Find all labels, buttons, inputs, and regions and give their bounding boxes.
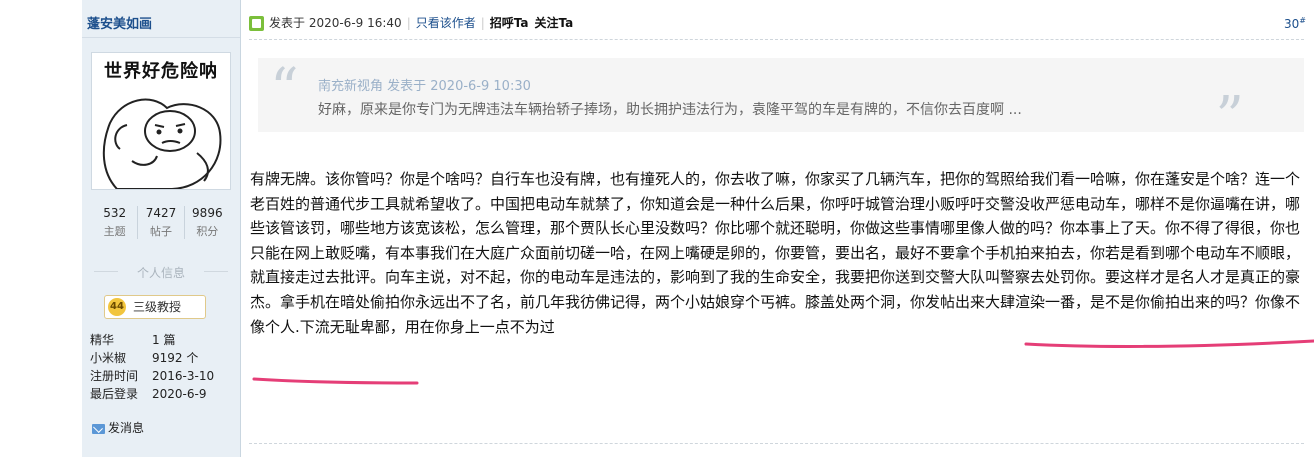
only-author-link[interactable]: 只看该作者	[416, 14, 476, 32]
author-stats: 532 主题 7427 帖子 9896 积分	[92, 206, 230, 239]
profile-info: 精华 1 篇 小米椒 9192 个 注册时间 2016-3-10 最后登录 20…	[90, 331, 214, 403]
profile-row: 注册时间 2016-3-10	[90, 369, 215, 383]
stat-points[interactable]: 9896 积分	[183, 206, 230, 239]
left-margin	[0, 0, 82, 457]
rank-label: 三级教授	[133, 300, 182, 314]
author-name[interactable]: 蓬安美如画	[87, 13, 152, 32]
greet-link[interactable]: 招呼Ta	[490, 14, 529, 32]
divider	[249, 39, 1304, 40]
separator: |	[480, 16, 485, 30]
divider	[82, 37, 240, 38]
separator: |	[406, 16, 411, 30]
open-quote-icon: “	[270, 57, 299, 122]
section-title: 个人信息	[92, 264, 230, 281]
rank-badge: 44 三级教授	[104, 295, 206, 319]
envelope-icon	[92, 423, 105, 434]
stat-posts[interactable]: 7427 帖子	[137, 206, 183, 239]
meme-face-icon	[102, 98, 222, 189]
post-body: 有牌无牌。该你管吗？你是个啥吗？自行车也没有牌，也有撞死人的，你去收了嘛，你家买…	[250, 167, 1310, 339]
divider	[249, 443, 1304, 444]
avatar[interactable]: 世界好危险呐	[91, 52, 231, 190]
quote-text: 好麻，原来是你专门为无牌违法车辆抬轿子捧场，助长拥护违法行为，袁隆平驾的车是有牌…	[318, 102, 1022, 118]
profile-row: 精华 1 篇	[90, 333, 176, 347]
follow-link[interactable]: 关注Ta	[535, 14, 574, 32]
send-message-link[interactable]: 发消息	[92, 419, 144, 436]
profile-row: 小米椒 9192 个	[90, 351, 199, 365]
quote-block: “ ” 南充新视角 发表于 2020-6-9 10:30 好麻，原来是你专门为无…	[258, 57, 1304, 148]
floor-number[interactable]: 30#	[1284, 16, 1306, 31]
stat-topics[interactable]: 532 主题	[92, 206, 137, 239]
post-header: 发表于 2020-6-9 16:40 | 只看该作者 | 招呼Ta 关注Ta	[249, 14, 579, 32]
online-status-icon	[249, 15, 264, 31]
rank-level-icon: 44	[108, 298, 126, 316]
send-message-label: 发消息	[108, 421, 145, 435]
close-quote-icon: ”	[1215, 85, 1244, 150]
author-sidebar: 蓬安美如画 世界好危险呐 532 主题 7427 帖子 9896 积分 个人信息…	[82, 0, 241, 457]
post-body-text: 有牌无牌。该你管吗？你是个啥吗？自行车也没有牌，也有撞死人的，你去收了嘛，你家买…	[250, 170, 1301, 311]
quote-meta[interactable]: 南充新视角 发表于 2020-6-9 10:30	[318, 75, 531, 94]
profile-row: 最后登录 2020-6-9	[90, 387, 207, 401]
post-time: 发表于 2020-6-9 16:40	[269, 16, 402, 30]
post-content-area: 发表于 2020-6-9 16:40 | 只看该作者 | 招呼Ta 关注Ta 3…	[241, 0, 1314, 457]
